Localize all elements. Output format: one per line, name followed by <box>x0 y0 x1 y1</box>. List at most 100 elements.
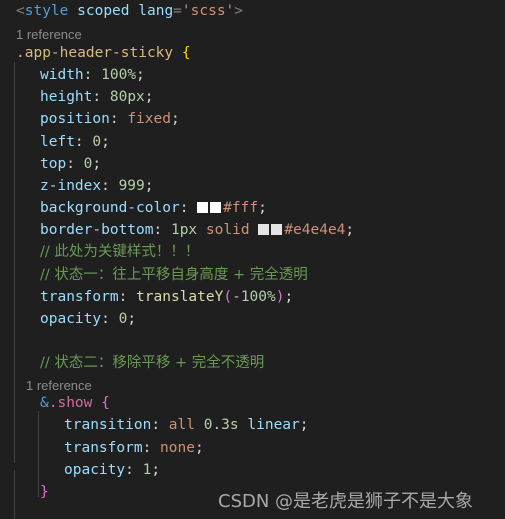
code-line-style-open-tag[interactable]: <style scoped lang='scss'> <box>0 0 505 22</box>
property-left: left <box>40 134 75 150</box>
colon: : <box>66 156 84 172</box>
value-translatey-arg: -100% <box>232 289 276 305</box>
semicolon: ; <box>151 462 161 478</box>
property-border-bottom: border-bottom <box>40 222 154 238</box>
code-line-transform-none[interactable]: transform: none; <box>0 437 505 459</box>
semicolon: ; <box>144 89 154 105</box>
function-translatey: translateY <box>136 289 224 305</box>
property-opacity: opacity <box>64 462 126 478</box>
value-border-color: #e4e4e4 <box>284 222 346 238</box>
semicolon: ; <box>284 289 294 305</box>
colon: : <box>142 440 161 456</box>
colon: : <box>109 111 128 127</box>
semicolon: ; <box>92 156 102 172</box>
close-angle-bracket: > <box>234 3 244 19</box>
paren-open: ( <box>223 289 233 305</box>
code-line-height[interactable]: height: 80px; <box>0 86 505 108</box>
property-opacity: opacity <box>40 311 102 327</box>
semicolon: ; <box>101 134 110 150</box>
selector-app-header-sticky: .app-header-sticky <box>16 45 174 61</box>
code-line-comment-state-one[interactable]: // 状态一：往上平移自身高度 + 完全透明 <box>0 264 505 286</box>
color-swatch-preview-primary[interactable] <box>197 202 209 213</box>
semicolon: ; <box>258 200 267 216</box>
code-line-comment-state-two[interactable]: // 状态二：移除平移 + 完全不透明 <box>0 352 505 374</box>
code-line-border-bottom[interactable]: border-bottom: 1px solid #e4e4e4; <box>0 219 505 241</box>
code-line-transform-translatey[interactable]: transform: translateY(-100%); <box>0 286 505 308</box>
open-brace: { <box>181 45 191 61</box>
value-width: 100% <box>101 67 137 83</box>
code-line-width[interactable]: width: 100%; <box>0 64 505 86</box>
property-background-color: background-color <box>40 200 180 216</box>
value-z-index: 999 <box>118 178 145 194</box>
semicolon: ; <box>194 440 204 456</box>
colon: : <box>125 462 143 478</box>
csdn-watermark: CSDN @是老虎是狮子不是大象 <box>218 491 474 512</box>
equals-sign: = <box>173 3 182 19</box>
value-background-color: #fff <box>223 200 259 216</box>
close-brace: } <box>40 484 49 500</box>
code-line-top[interactable]: top: 0; <box>0 153 505 175</box>
value-border-style: solid <box>205 222 250 238</box>
code-line-left[interactable]: left: 0; <box>0 131 505 153</box>
color-swatch-preview-secondary[interactable] <box>271 224 283 235</box>
colon: : <box>83 67 102 83</box>
value-opacity: 0 <box>118 311 128 327</box>
value-left: 0 <box>92 134 102 150</box>
code-line-comment-key-style[interactable]: // 此处为关键样式！！！ <box>0 241 505 263</box>
code-editor-view[interactable]: <style scoped lang='scss'> 1 reference .… <box>0 0 505 519</box>
property-height: height <box>40 89 93 105</box>
value-border-width: 1px <box>170 222 198 238</box>
open-angle-bracket: < <box>16 3 25 19</box>
colon: : <box>92 89 110 105</box>
property-position: position <box>40 111 110 127</box>
colon: : <box>101 178 119 194</box>
code-line-class-selector[interactable]: .app-header-sticky { <box>0 42 505 64</box>
property-transform: transform <box>64 440 143 456</box>
colon: : <box>179 200 198 216</box>
code-line-z-index[interactable]: z-index: 999; <box>0 175 505 197</box>
code-line-opacity-zero[interactable]: opacity: 0; <box>0 308 505 330</box>
property-transform: transform <box>40 289 119 305</box>
value-position: fixed <box>127 111 171 127</box>
attribute-scoped: scoped <box>77 3 130 19</box>
selector-show: .show <box>48 395 93 411</box>
value-height: 80px <box>109 89 145 105</box>
color-swatch-preview-primary[interactable] <box>258 224 270 235</box>
code-line-background-color[interactable]: background-color: #fff; <box>0 197 505 219</box>
colon: : <box>74 134 93 150</box>
attribute-lang: lang <box>138 3 174 19</box>
property-transition: transition <box>64 417 152 433</box>
attribute-value-scss: 'scss' <box>181 3 235 19</box>
colon: : <box>118 289 137 305</box>
value-transition-easing: linear <box>247 417 300 433</box>
color-swatch-preview-secondary[interactable] <box>210 202 222 213</box>
code-line-blank[interactable] <box>0 330 505 352</box>
colon: : <box>153 222 171 238</box>
semicolon: ; <box>299 417 309 433</box>
semicolon: ; <box>127 311 137 327</box>
semicolon: ; <box>144 178 154 194</box>
ampersand-parent-selector: & <box>40 395 49 411</box>
semicolon: ; <box>170 111 180 127</box>
code-line-position[interactable]: position: fixed; <box>0 108 505 130</box>
value-transition-all: all <box>168 417 195 433</box>
semicolon: ; <box>136 67 145 83</box>
colon: : <box>151 417 169 433</box>
tag-name-style: style <box>24 3 69 19</box>
property-z-index: z-index <box>40 178 102 194</box>
colon: : <box>101 311 119 327</box>
open-brace: { <box>101 395 110 411</box>
value-transition-duration: 0.3s <box>203 417 239 433</box>
code-line-transition[interactable]: transition: all 0.3s linear; <box>0 414 505 436</box>
value-opacity: 1 <box>142 462 152 478</box>
code-line-opacity-one[interactable]: opacity: 1; <box>0 459 505 481</box>
code-line-show-selector[interactable]: &.show { <box>0 392 505 414</box>
property-top: top <box>40 156 67 172</box>
